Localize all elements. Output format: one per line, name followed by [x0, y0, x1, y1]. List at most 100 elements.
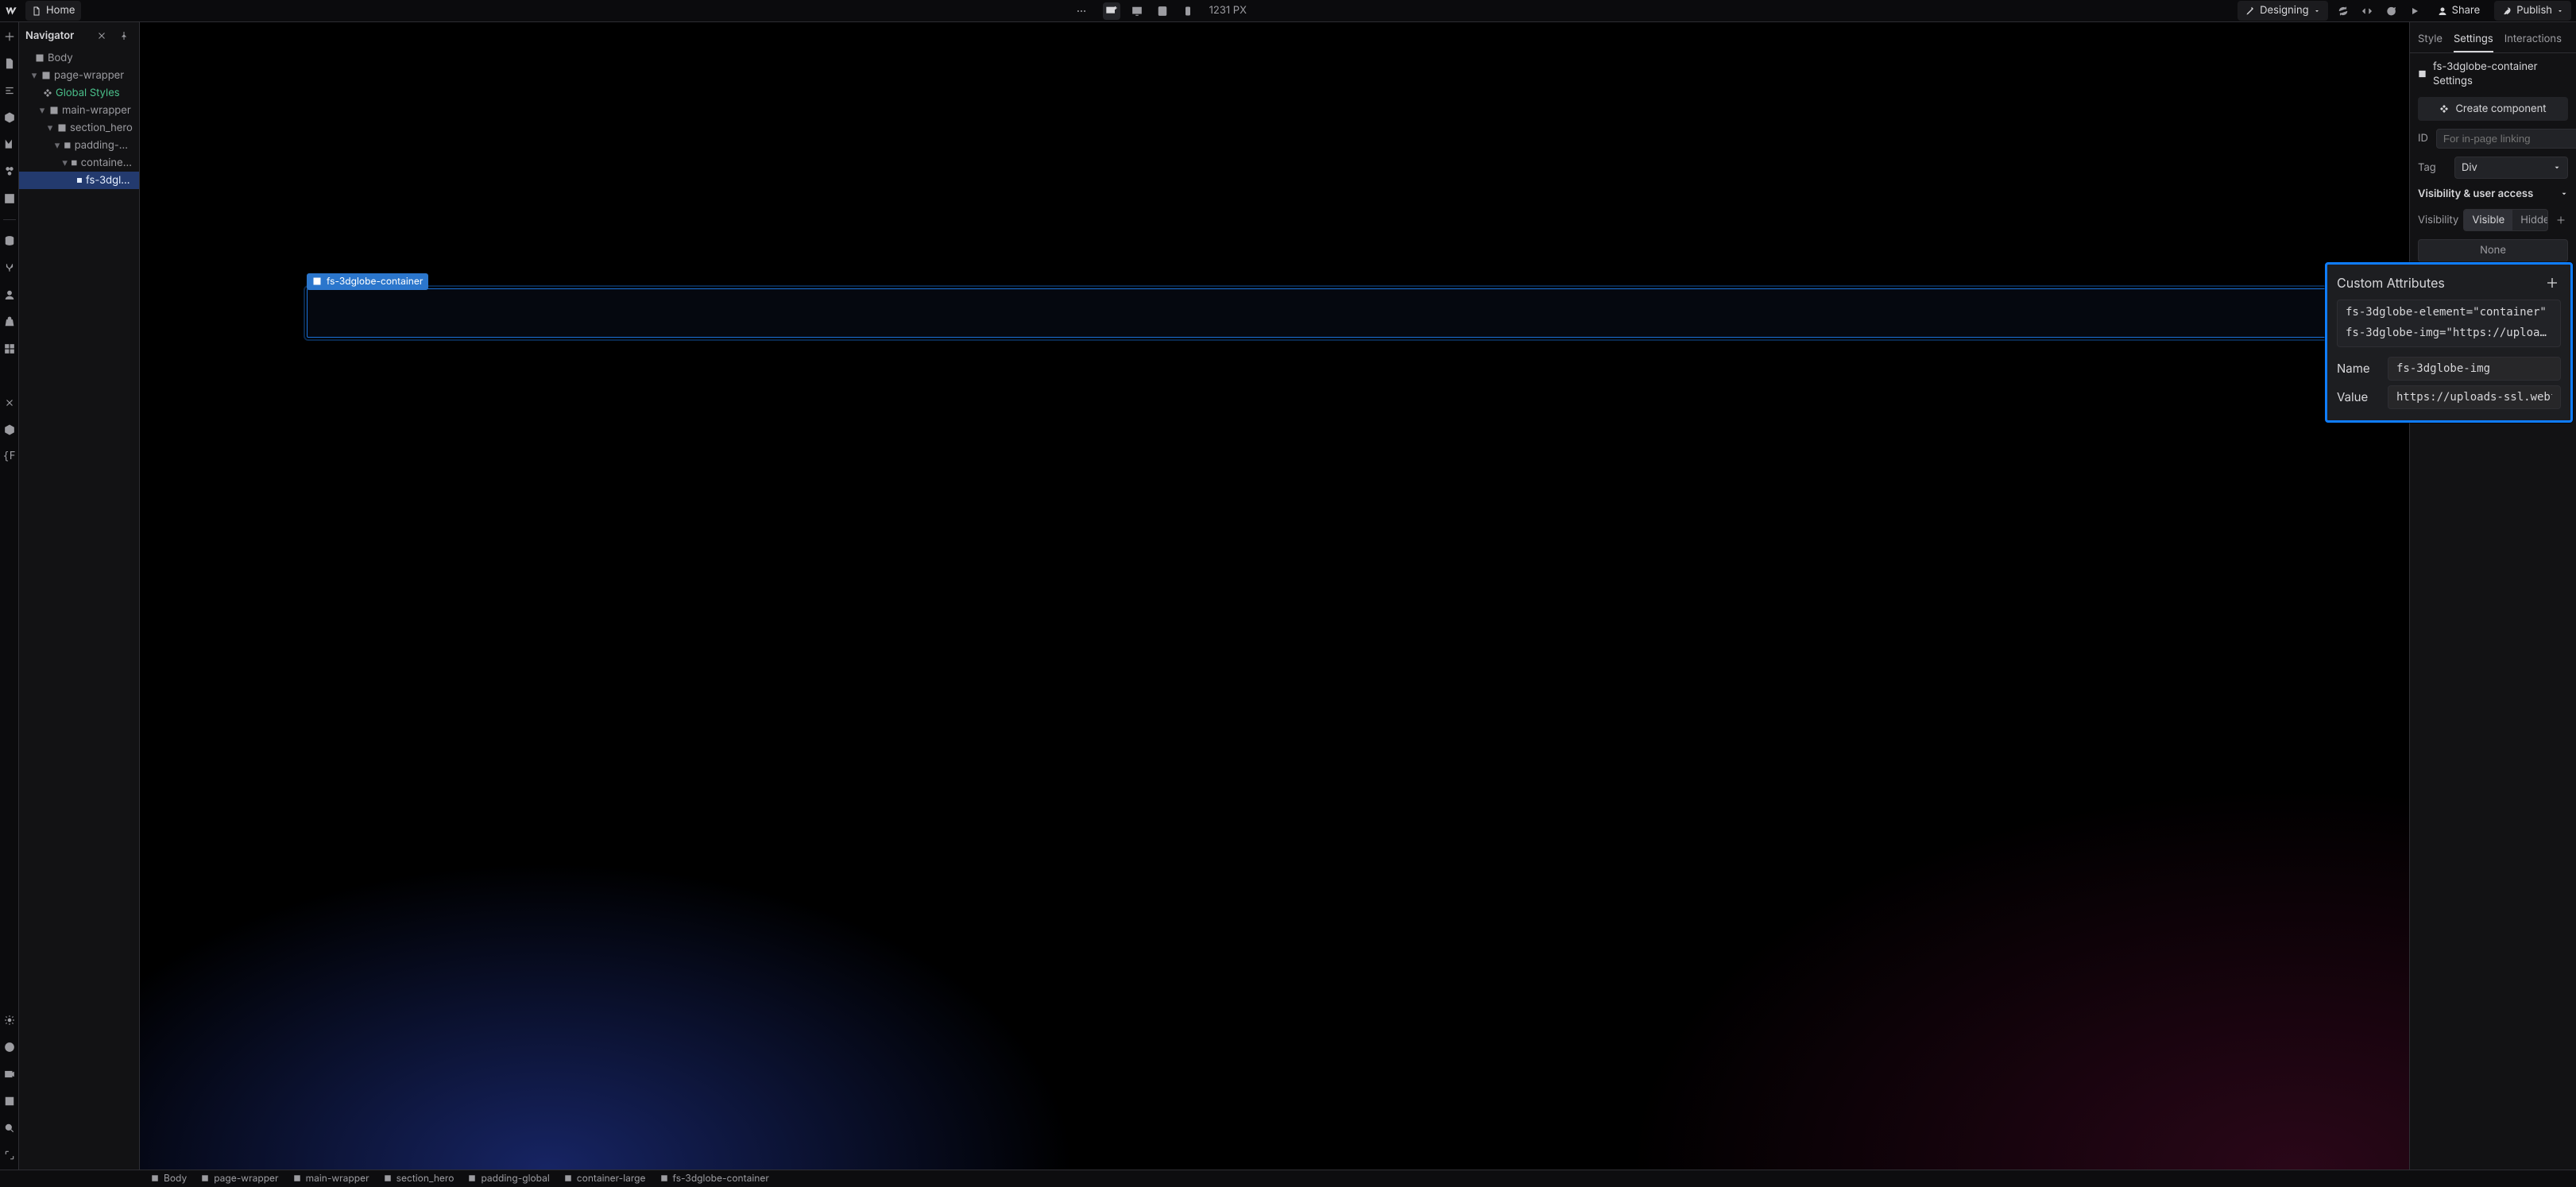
visibility-visible[interactable]: Visible	[2464, 210, 2512, 230]
pages-icon[interactable]	[2, 56, 17, 72]
crumb[interactable]: fs-3dglobe-container	[660, 1172, 769, 1185]
crumb[interactable]: section_hero	[384, 1172, 454, 1185]
breakpoint-add-icon[interactable]	[1103, 2, 1120, 20]
canvas-background	[140, 22, 2409, 1170]
visibility-hidden[interactable]: Hidden	[2512, 210, 2548, 230]
topbar: Home 1231 PX Designing	[0, 0, 2576, 22]
code-icon[interactable]	[2358, 2, 2376, 20]
tag-select[interactable]: Div	[2454, 157, 2568, 179]
attr-value-input[interactable]	[2388, 385, 2561, 409]
extension2-icon[interactable]	[2, 422, 17, 438]
ecommerce-icon[interactable]	[2, 314, 17, 330]
settings-header: fs-3dglobe-container Settings	[2433, 60, 2568, 88]
navigator-title: Navigator	[25, 29, 74, 43]
tree-row-section-hero[interactable]: ▾ section_hero	[19, 119, 139, 137]
device-tablet-icon[interactable]	[1154, 2, 1171, 20]
attribute-list: fs-3dglobe-element="container" fs-3dglob…	[2337, 300, 2561, 346]
attr-value-label: Value	[2337, 389, 2377, 405]
device-mobile-icon[interactable]	[1179, 2, 1197, 20]
sync-icon[interactable]	[2334, 2, 2352, 20]
webflow-logo[interactable]	[5, 5, 17, 17]
tree-row-fs-3dglobe-container[interactable]: fs-3dglobe-c...	[19, 172, 139, 189]
user-icon	[2438, 6, 2447, 16]
div-icon	[49, 106, 59, 115]
variables-icon[interactable]	[2, 137, 17, 153]
cms-icon[interactable]	[2, 233, 17, 249]
tree-row-padding-global[interactable]: ▾ padding-global	[19, 137, 139, 154]
div-icon	[64, 141, 72, 150]
popover-title: Custom Attributes	[2337, 274, 2445, 292]
component-icon	[43, 88, 52, 98]
extension-icon[interactable]	[2, 395, 17, 411]
chevron-down-icon[interactable]	[2560, 190, 2568, 198]
add-element-icon[interactable]	[2, 29, 17, 44]
chevron-down-icon	[2553, 164, 2561, 172]
create-component-button[interactable]: Create component	[2418, 97, 2568, 121]
comment-icon[interactable]	[2382, 2, 2400, 20]
create-component-label: Create component	[2455, 102, 2546, 116]
navigator-icon[interactable]	[2, 83, 17, 99]
tab-settings[interactable]: Settings	[2454, 27, 2493, 52]
tree-row-body[interactable]: Body	[19, 49, 139, 67]
share-button[interactable]: Share	[2430, 1, 2489, 20]
apps-icon[interactable]	[2, 341, 17, 357]
attribute-item[interactable]: fs-3dglobe-img="https://uploads-ssl.	[2346, 326, 2552, 342]
tag-label: Tag	[2418, 160, 2446, 175]
components-icon[interactable]	[2, 110, 17, 126]
help-icon[interactable]	[2, 1039, 17, 1055]
div-icon	[201, 1174, 209, 1182]
crumb-label: container-large	[577, 1172, 646, 1185]
navigator-tree: Body ▾ page-wrapper Global Styles ▾ main…	[19, 49, 139, 1170]
crumb-label: Body	[164, 1172, 187, 1185]
publish-button[interactable]: Publish	[2494, 1, 2571, 20]
audit-icon[interactable]	[2, 1093, 17, 1109]
div-icon	[660, 1174, 668, 1182]
page-icon	[32, 6, 41, 16]
crumb[interactable]: container-large	[564, 1172, 646, 1185]
video-icon[interactable]	[2, 1066, 17, 1082]
pin-panel-icon[interactable]	[115, 27, 133, 44]
div-icon	[312, 276, 322, 286]
expand-icon[interactable]	[2, 1147, 17, 1163]
attr-name-label: Name	[2337, 360, 2377, 377]
attribute-item[interactable]: fs-3dglobe-element="container"	[2346, 305, 2552, 321]
id-input[interactable]	[2436, 129, 2576, 149]
mode-label: Designing	[2260, 3, 2308, 17]
navigator-panel: Navigator Body ▾ page-wrapper	[19, 22, 140, 1170]
mode-chip[interactable]: Designing	[2238, 1, 2327, 20]
crumb[interactable]: Body	[151, 1172, 187, 1185]
add-attribute-button[interactable]	[2543, 274, 2561, 292]
home-button[interactable]: Home	[25, 1, 81, 20]
tree-row-global-styles[interactable]: Global Styles	[19, 84, 139, 102]
close-panel-icon[interactable]	[93, 27, 110, 44]
users-icon[interactable]	[2, 287, 17, 303]
device-desktop-icon[interactable]	[1128, 2, 1146, 20]
visibility-add-icon[interactable]	[2553, 211, 2568, 229]
finsweet-icon[interactable]	[2, 368, 17, 384]
tree-row-main-wrapper[interactable]: ▾ main-wrapper	[19, 102, 139, 119]
canvas-selection-box[interactable]	[307, 288, 2381, 338]
canvas-selection-tag[interactable]: fs-3dglobe-container	[307, 273, 428, 290]
search-icon[interactable]	[2, 1120, 17, 1136]
crumb[interactable]: main-wrapper	[293, 1172, 369, 1185]
crumb[interactable]: page-wrapper	[201, 1172, 278, 1185]
div-icon	[2418, 69, 2427, 79]
attr-name-input[interactable]	[2388, 357, 2561, 381]
canvas[interactable]: fs-3dglobe-container	[140, 22, 2409, 1170]
crumb[interactable]: padding-global	[468, 1172, 549, 1185]
brace-icon[interactable]: {F	[2, 449, 17, 465]
more-icon[interactable]	[1073, 2, 1090, 20]
tab-interactions[interactable]: Interactions	[2504, 27, 2562, 52]
crumb-label: main-wrapper	[306, 1172, 369, 1185]
assets-icon[interactable]	[2, 191, 17, 207]
visibility-section: Visibility & user access	[2418, 187, 2533, 201]
preview-icon[interactable]	[2406, 2, 2423, 20]
tab-style[interactable]: Style	[2418, 27, 2443, 52]
tree-row-container-large[interactable]: ▾ container-large	[19, 154, 139, 172]
div-icon	[384, 1174, 392, 1182]
tree-row-page-wrapper[interactable]: ▾ page-wrapper	[19, 67, 139, 84]
styles-icon[interactable]	[2, 164, 17, 180]
settings-panel: Style Settings Interactions fs-3dglobe-c…	[2409, 22, 2576, 1170]
logic-icon[interactable]	[2, 260, 17, 276]
settings-gear-icon[interactable]	[2, 1012, 17, 1028]
